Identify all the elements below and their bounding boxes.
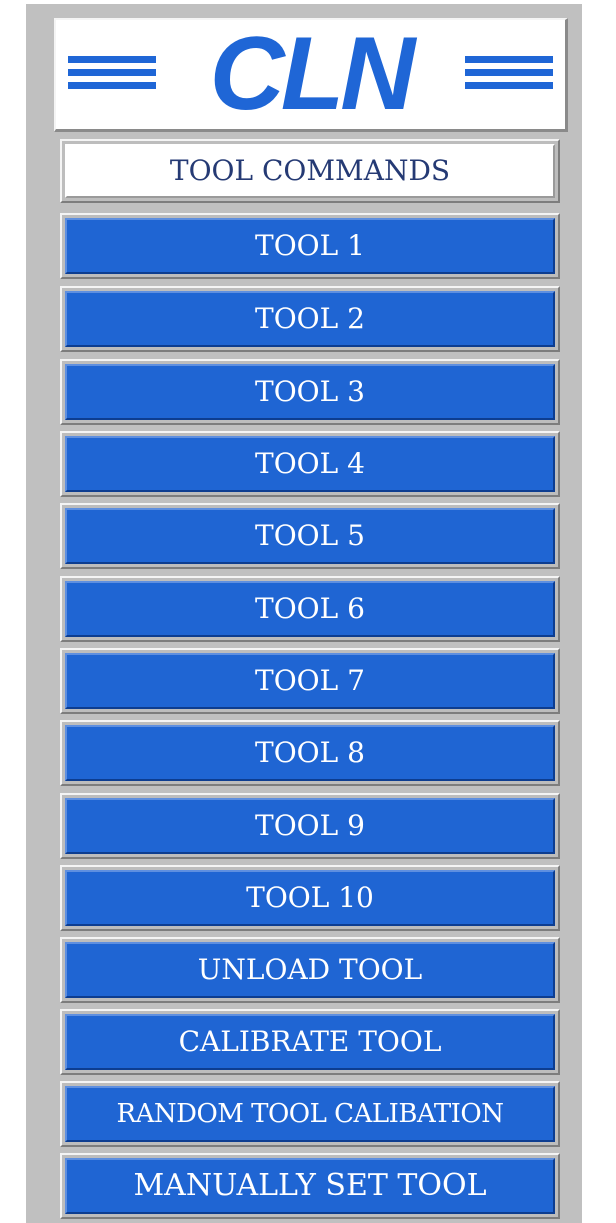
calibrate-tool-button[interactable]: CALIBRATE TOOL [65,1014,555,1070]
tool-6-frame: TOOL 6 [60,576,560,642]
tool-5-button[interactable]: TOOL 5 [65,508,555,564]
unload-tool-button[interactable]: UNLOAD TOOL [65,942,555,998]
tool-3-button[interactable]: TOOL 3 [65,364,555,420]
tool-8-frame: TOOL 8 [60,720,560,786]
tool-9-button[interactable]: TOOL 9 [65,798,555,854]
tool-8-button[interactable]: TOOL 8 [65,725,555,781]
manually-set-tool-button[interactable]: MANUALLY SET TOOL [65,1158,555,1214]
calibrate-tool-frame: CALIBRATE TOOL [60,1009,560,1075]
tool-commands-header-frame: TOOL COMMANDS [60,139,560,203]
tool-commands-header: TOOL COMMANDS [65,144,555,198]
tool-7-button[interactable]: TOOL 7 [65,653,555,709]
manually-set-tool-frame: MANUALLY SET TOOL [60,1153,560,1219]
tool-4-button[interactable]: TOOL 4 [65,436,555,492]
random-tool-calibation-frame: RANDOM TOOL CALIBATION [60,1081,560,1147]
tool-6-button[interactable]: TOOL 6 [65,581,555,637]
tool-7-frame: TOOL 7 [60,648,560,714]
tool-1-button[interactable]: TOOL 1 [65,218,555,274]
random-tool-calibation-button[interactable]: RANDOM TOOL CALIBATION [65,1086,555,1142]
tool-1-frame: TOOL 1 [60,213,560,279]
tool-4-frame: TOOL 4 [60,431,560,497]
tool-2-button[interactable]: TOOL 2 [65,291,555,347]
logo-stripes-right [465,56,553,96]
tool-5-frame: TOOL 5 [60,503,560,569]
tool-panel: CLN TOOL COMMANDS TOOL 1 TOOL 2 TOOL 3 T… [26,4,582,1223]
logo-banner: CLN [54,18,568,132]
tool-10-button[interactable]: TOOL 10 [65,870,555,926]
tool-3-frame: TOOL 3 [60,359,560,425]
tool-9-frame: TOOL 9 [60,793,560,859]
tool-10-frame: TOOL 10 [60,865,560,931]
tool-2-frame: TOOL 2 [60,286,560,352]
unload-tool-frame: UNLOAD TOOL [60,937,560,1003]
